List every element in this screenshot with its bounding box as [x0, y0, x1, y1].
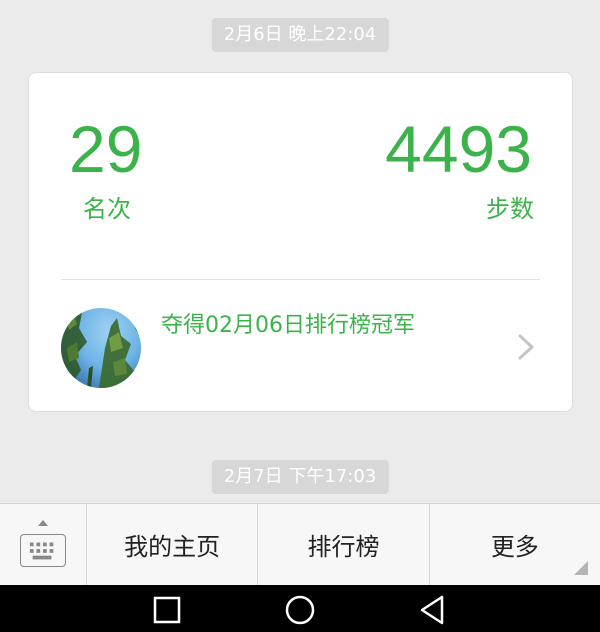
message-timestamp: 2月7日 下午17:03: [211, 460, 389, 494]
back-icon[interactable]: [416, 593, 450, 627]
menu-more-label: 更多: [490, 533, 539, 561]
submenu-indicator-icon: [573, 561, 588, 575]
champion-text: 夺得02月06日排行榜冠军: [161, 313, 415, 338]
caret-up-icon: [38, 520, 48, 526]
menu-leaderboard[interactable]: 排行榜: [258, 504, 430, 585]
rank-label: 名次: [83, 195, 131, 223]
bottom-menu-bar: 我的主页 排行榜 更多: [0, 503, 600, 585]
avatar[interactable]: [61, 308, 141, 388]
rank-card[interactable]: 29 4493 名次 步数 夺得02月06日排行榜冠军: [28, 72, 573, 412]
system-navigation-bar: [0, 585, 600, 632]
recent-apps-icon[interactable]: [150, 593, 184, 627]
menu-more[interactable]: 更多: [430, 504, 600, 585]
chat-area: 2月6日 晚上22:04 29 4493 名次 步数 夺得02月06日排行榜冠军: [0, 0, 600, 503]
menu-my-homepage[interactable]: 我的主页: [87, 504, 259, 585]
rank-value: 29: [69, 112, 143, 186]
chevron-right-icon: [518, 334, 534, 360]
keyboard-toggle-button[interactable]: [0, 504, 87, 585]
keyboard-icon: [20, 534, 66, 567]
steps-label: 步数: [486, 195, 534, 223]
champion-row[interactable]: 夺得02月06日排行榜冠军: [29, 280, 572, 412]
steps-value: 4493: [385, 112, 532, 186]
home-icon[interactable]: [283, 593, 317, 627]
message-timestamp: 2月6日 晚上22:04: [211, 18, 389, 52]
